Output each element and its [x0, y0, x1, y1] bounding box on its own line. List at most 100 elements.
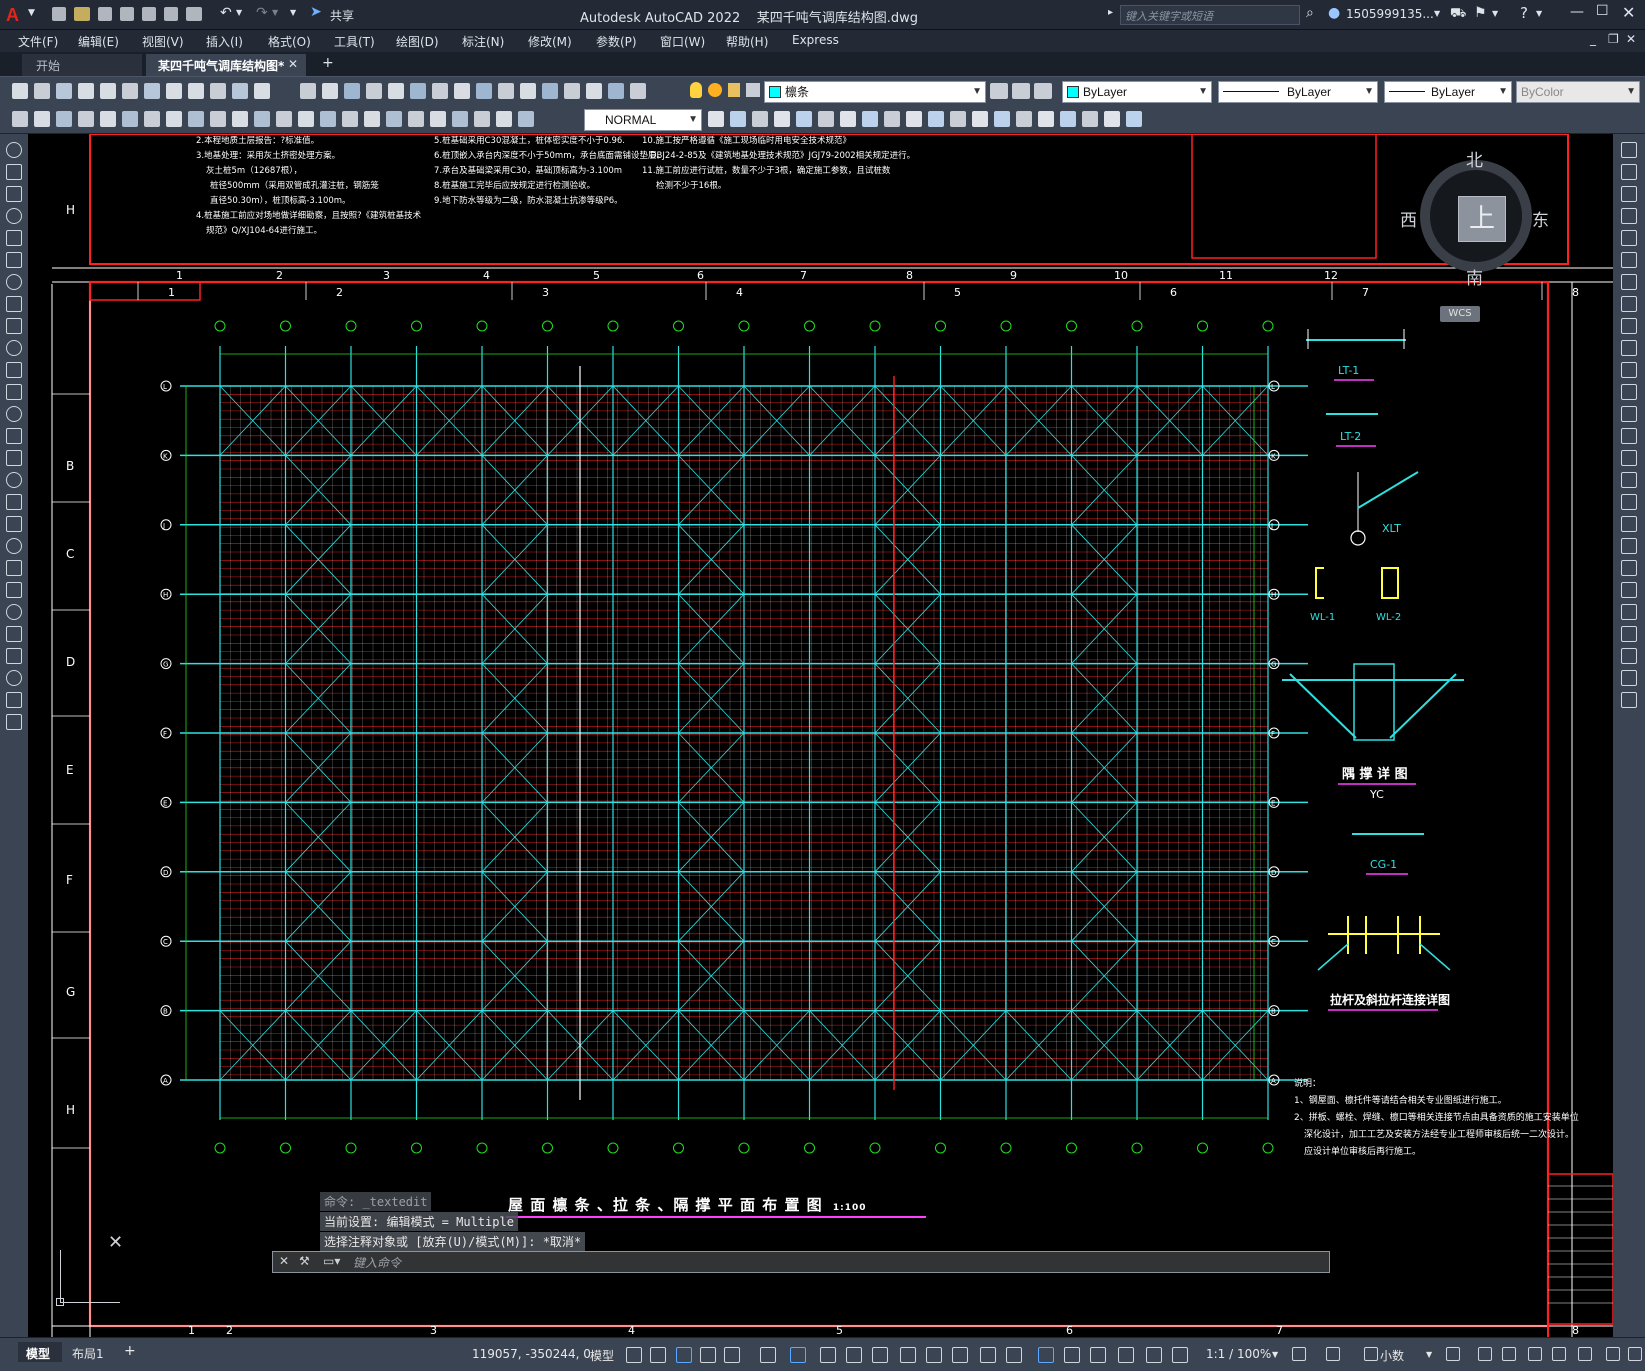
match-layer-icon[interactable]	[1012, 83, 1030, 99]
modify-tool-13-icon[interactable]	[1621, 406, 1637, 422]
linetype-dropdown[interactable]: ByLayer ▼	[1218, 81, 1378, 103]
obj-tool-1-icon[interactable]	[708, 111, 724, 127]
redo-dropdown-icon[interactable]: ▼	[272, 8, 278, 17]
obj-tool-11-icon[interactable]	[928, 111, 944, 127]
doc-restore-icon[interactable]: ❐	[1608, 32, 1619, 46]
modify-tool-16-icon[interactable]	[1621, 472, 1637, 488]
minimize-icon[interactable]: —	[1570, 4, 1584, 20]
viewcube[interactable]: 上 北 南 西 东 WCS	[1400, 146, 1549, 322]
menu-insert[interactable]: 插入(I)	[206, 33, 243, 50]
draw-tool-25-icon[interactable]	[6, 670, 22, 686]
dim-tool-23-icon[interactable]	[496, 111, 512, 127]
layer-tools-icon[interactable]	[990, 83, 1008, 99]
status-toggle-5-icon[interactable]	[724, 1347, 740, 1363]
menu-dimension[interactable]: 标注(N)	[462, 33, 504, 50]
obj-tool-17-icon[interactable]	[1060, 111, 1076, 127]
draw-tool-13-icon[interactable]	[6, 406, 22, 422]
dim-tool-14-icon[interactable]	[298, 111, 314, 127]
draw-tool-23-icon[interactable]	[6, 626, 22, 642]
dim-tool-13-icon[interactable]	[276, 111, 292, 127]
status-toggle-8-icon[interactable]	[820, 1347, 836, 1363]
draw-tool-15-icon[interactable]	[6, 450, 22, 466]
nav-tool-6-icon[interactable]	[410, 83, 426, 99]
obj-tool-20-icon[interactable]	[1126, 111, 1142, 127]
modify-tool-11-icon[interactable]	[1621, 362, 1637, 378]
modify-tool-1-icon[interactable]	[1621, 142, 1637, 158]
dim-tool-12-icon[interactable]	[254, 111, 270, 127]
std-tool-11-icon[interactable]	[232, 83, 248, 99]
dim-tool-20-icon[interactable]	[430, 111, 446, 127]
model-space-button[interactable]: 模型	[590, 1347, 614, 1364]
draw-tool-6-icon[interactable]	[6, 252, 22, 268]
modify-tool-7-icon[interactable]	[1621, 274, 1637, 290]
new-file-icon[interactable]	[52, 7, 66, 21]
modify-tool-23-icon[interactable]	[1621, 626, 1637, 642]
maximize-icon[interactable]: ☐	[1596, 3, 1609, 19]
obj-tool-16-icon[interactable]	[1038, 111, 1054, 127]
search-expand-icon[interactable]: ▸	[1108, 7, 1113, 18]
undo-icon[interactable]: ↶	[220, 5, 232, 21]
menu-draw[interactable]: 绘图(D)	[396, 33, 439, 50]
autodesk-app-icon[interactable]: ⚑	[1474, 5, 1487, 21]
tab-active-drawing[interactable]: 某四千吨气调库结构图* ✕	[146, 54, 306, 76]
dim-tool-17-icon[interactable]	[364, 111, 380, 127]
std-tool-2-icon[interactable]	[34, 83, 50, 99]
draw-tool-2-icon[interactable]	[6, 164, 22, 180]
draw-tool-1-icon[interactable]	[6, 142, 22, 158]
modify-tool-25-icon[interactable]	[1621, 670, 1637, 686]
dim-tool-22-icon[interactable]	[474, 111, 490, 127]
nav-tool-7-icon[interactable]	[432, 83, 448, 99]
viewcube-west[interactable]: 西	[1400, 206, 1417, 231]
nav-tool-14-icon[interactable]	[586, 83, 602, 99]
status-toggle-11-icon[interactable]	[900, 1347, 916, 1363]
nav-tool-12-icon[interactable]	[542, 83, 558, 99]
std-tool-5-icon[interactable]	[100, 83, 116, 99]
obj-tool-8-icon[interactable]	[862, 111, 878, 127]
std-tool-7-icon[interactable]	[144, 83, 160, 99]
draw-tool-16-icon[interactable]	[6, 472, 22, 488]
status-toggle-14-icon[interactable]	[980, 1347, 996, 1363]
draw-tool-10-icon[interactable]	[6, 340, 22, 356]
dim-tool-21-icon[interactable]	[452, 111, 468, 127]
status-toggle-12-icon[interactable]	[926, 1347, 942, 1363]
menu-help[interactable]: 帮助(H)	[726, 33, 768, 50]
dim-tool-7-icon[interactable]	[144, 111, 160, 127]
modify-tool-17-icon[interactable]	[1621, 494, 1637, 510]
search-icon[interactable]: ⌕	[1306, 5, 1314, 21]
draw-tool-11-icon[interactable]	[6, 362, 22, 378]
obj-tool-14-icon[interactable]	[994, 111, 1010, 127]
nav-tool-8-icon[interactable]	[454, 83, 470, 99]
status-toggle-3-icon[interactable]	[676, 1347, 692, 1363]
menu-tools[interactable]: 工具(T)	[334, 33, 375, 50]
annotation-scale[interactable]: 1:1 / 100%	[1206, 1347, 1271, 1361]
share-button[interactable]: 共享	[330, 7, 354, 24]
plotstyle-dropdown[interactable]: ByColor ▼	[1516, 81, 1640, 103]
redo-icon[interactable]: ↷	[256, 5, 268, 21]
tab-model[interactable]: 模型	[18, 1342, 62, 1362]
save-as-icon[interactable]	[120, 7, 134, 21]
user-icon[interactable]: ●	[1328, 5, 1340, 21]
dim-tool-8-icon[interactable]	[166, 111, 182, 127]
undo-dropdown-icon[interactable]: ▼	[236, 8, 242, 17]
status-toggle-17-icon[interactable]	[1064, 1347, 1080, 1363]
draw-tool-21-icon[interactable]	[6, 582, 22, 598]
layer-lock-icon[interactable]	[728, 83, 740, 97]
draw-tool-3-icon[interactable]	[6, 186, 22, 202]
draw-tool-18-icon[interactable]	[6, 516, 22, 532]
draw-tool-12-icon[interactable]	[6, 384, 22, 400]
viewcube-face-top[interactable]: 上	[1458, 196, 1506, 242]
dim-tool-16-icon[interactable]	[342, 111, 358, 127]
std-tool-12-icon[interactable]	[254, 83, 270, 99]
status-toggle-13-icon[interactable]	[952, 1347, 968, 1363]
viewcube-south[interactable]: 南	[1466, 264, 1483, 289]
lineweight-dropdown[interactable]: ByLayer ▼	[1384, 81, 1512, 103]
dim-tool-9-icon[interactable]	[188, 111, 204, 127]
units-dropdown[interactable]: 小数	[1380, 1347, 1404, 1364]
modify-tool-3-icon[interactable]	[1621, 186, 1637, 202]
std-tool-10-icon[interactable]	[210, 83, 226, 99]
app-dropdown-icon[interactable]: ▼	[1492, 9, 1498, 18]
drawing-canvas[interactable]: 1 2 3 4 5 6 7 8 9 10 11 12 1 2 3 4 5 6 7 8 1 2 3 4 5 6 7 8 H B C D E F G H L…	[28, 134, 1613, 1337]
modify-tool-22-icon[interactable]	[1621, 604, 1637, 620]
obj-tool-12-icon[interactable]	[950, 111, 966, 127]
dim-tool-2-icon[interactable]	[34, 111, 50, 127]
